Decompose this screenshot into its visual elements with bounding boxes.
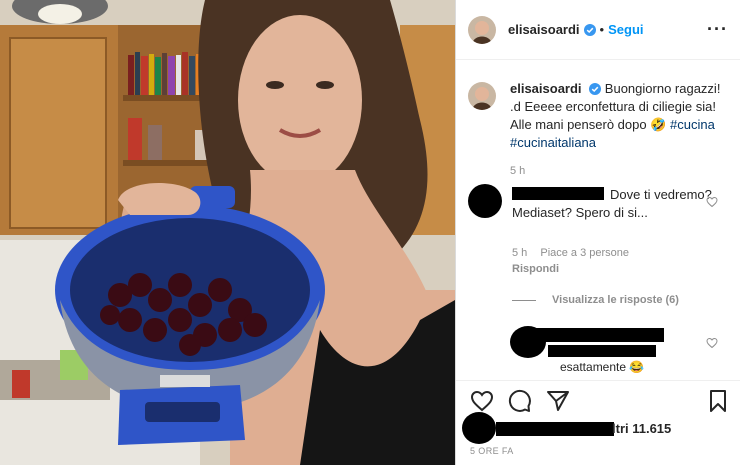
caption-time: 5 h xyxy=(510,165,526,177)
likes-count[interactable]: ltri 11.615 xyxy=(612,421,671,436)
caption-username[interactable]: elisaisoardi xyxy=(510,81,582,96)
avatar-image xyxy=(468,82,496,110)
redacted-username xyxy=(534,328,664,342)
comment-likes[interactable]: Piace a 3 persone xyxy=(540,247,629,259)
hashtag-link[interactable]: #cucinaitaliana xyxy=(510,135,596,150)
separator-dot: • xyxy=(599,22,605,37)
save-bookmark-icon[interactable] xyxy=(706,389,730,413)
verified-badge-icon xyxy=(589,83,602,95)
reply-link[interactable]: Rispondi xyxy=(512,263,559,275)
liker-avatar[interactable] xyxy=(462,412,496,444)
commenter-avatar[interactable] xyxy=(468,184,502,218)
comment-text: Dove ti vedremo? Mediaset? Spero di si..… xyxy=(512,187,712,220)
comments-section[interactable]: elisaisoardi Buongiorno ragazzi! .d Eeee… xyxy=(456,60,740,380)
post-photo-illustration xyxy=(0,0,455,465)
follow-button[interactable]: Segui xyxy=(608,22,643,37)
comment-meta: 5 h Piace a 3 persone xyxy=(512,247,629,259)
post-photo[interactable] xyxy=(0,0,455,465)
like-heart-icon[interactable] xyxy=(470,389,494,413)
like-comment-heart-icon[interactable] xyxy=(706,337,718,349)
author-avatar[interactable] xyxy=(468,15,496,44)
view-replies-label: Visualizza le risposte (6) xyxy=(552,294,679,306)
comment-time: 5 h xyxy=(512,247,528,259)
post-timestamp: 5 ORE FA xyxy=(470,446,514,456)
more-options-icon[interactable]: ··· xyxy=(707,19,728,40)
hashtag-link[interactable]: #cucina xyxy=(670,117,715,132)
share-send-icon[interactable] xyxy=(546,389,570,413)
comment-text: esattamente 😂 xyxy=(560,360,645,374)
likes-summary[interactable]: ltri 11.615 xyxy=(456,412,740,448)
avatar-image xyxy=(468,15,496,44)
post-actions xyxy=(456,380,740,421)
post-header: elisaisoardi • Segui ··· xyxy=(456,0,740,60)
caption-avatar[interactable] xyxy=(468,82,496,110)
view-replies-button[interactable]: Visualizza le risposte (6) xyxy=(512,294,679,306)
post-side-panel: elisaisoardi • Segui ··· elisaisoardi Bu… xyxy=(455,0,740,465)
redacted-text xyxy=(548,345,656,357)
post-caption: elisaisoardi Buongiorno ragazzi! .d Eeee… xyxy=(510,80,730,180)
verified-badge-icon xyxy=(583,23,596,36)
like-comment-heart-icon[interactable] xyxy=(706,196,718,208)
comment-bubble-icon[interactable] xyxy=(508,389,532,413)
redacted-liker-name xyxy=(496,422,614,436)
author-username[interactable]: elisaisoardi xyxy=(508,22,580,37)
replies-line xyxy=(512,299,536,301)
